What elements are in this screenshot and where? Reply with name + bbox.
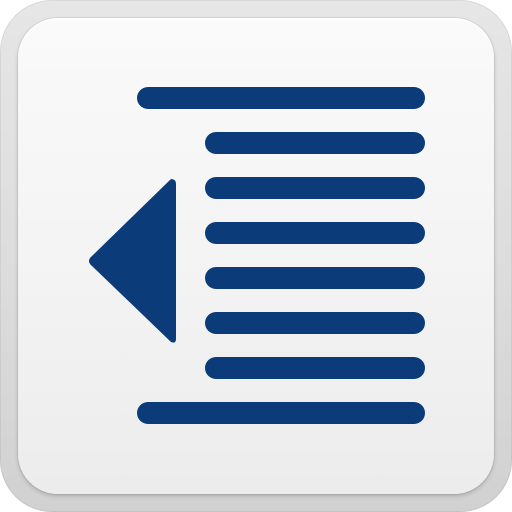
outdent-icon [89, 87, 425, 424]
arrow-left-icon [89, 179, 176, 343]
app-icon[interactable] [0, 0, 512, 512]
